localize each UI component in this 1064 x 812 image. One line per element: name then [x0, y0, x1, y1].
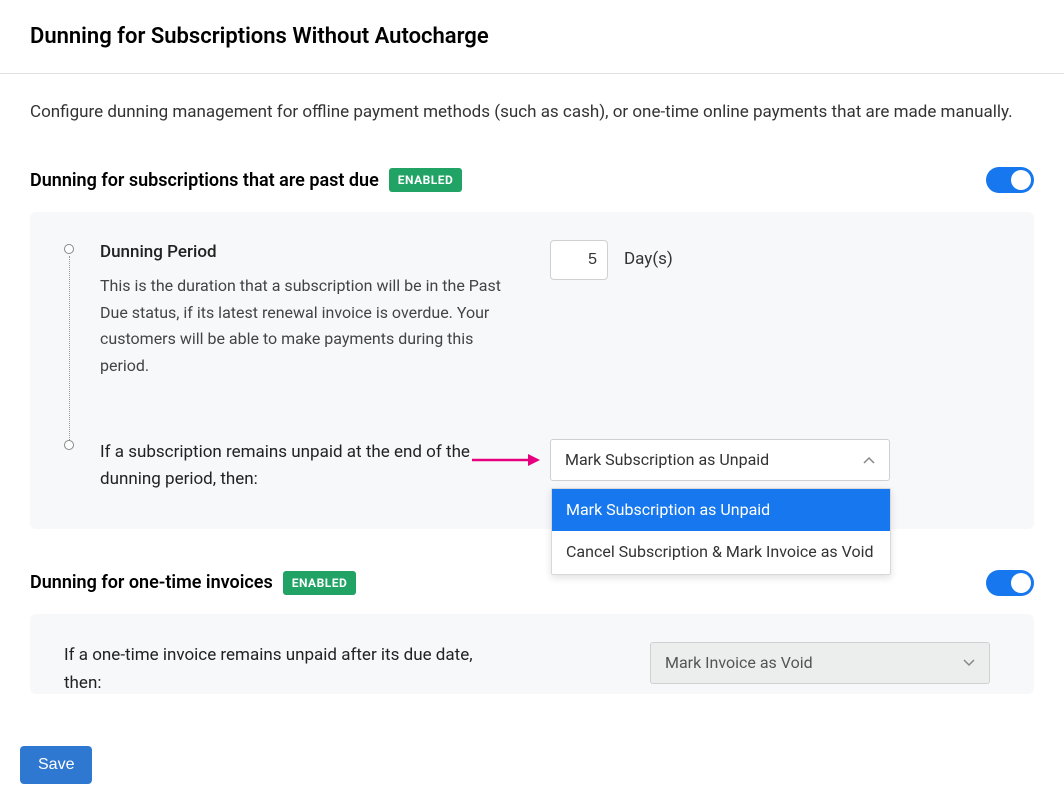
past-due-toggle[interactable] [986, 167, 1034, 193]
dunning-period-label: Dunning Period [100, 240, 520, 266]
onetime-action-selected-label: Mark Invoice as Void [665, 651, 813, 675]
enabled-badge: ENABLED [283, 571, 357, 595]
chevron-up-icon [863, 454, 875, 466]
dunning-period-description: This is the duration that a subscription… [100, 273, 520, 379]
page-description: Configure dunning management for offline… [30, 98, 1034, 127]
end-action-label: If a subscription remains unpaid at the … [100, 439, 520, 493]
onetime-action-label: If a one-time invoice remains unpaid aft… [64, 642, 514, 694]
timeline-dot-icon [64, 244, 74, 254]
enabled-badge: ENABLED [389, 168, 463, 192]
section-past-due-title: Dunning for subscriptions that are past … [30, 167, 379, 194]
past-due-panel: Dunning Period This is the duration that… [30, 212, 1034, 529]
onetime-toggle[interactable] [986, 570, 1034, 596]
divider [0, 73, 1064, 74]
timeline-track [64, 240, 100, 493]
page-title: Dunning for Subscriptions Without Autoch… [30, 20, 1034, 73]
dunning-period-input[interactable] [550, 240, 608, 280]
save-button[interactable]: Save [20, 746, 92, 784]
dropdown-option-cancel-void[interactable]: Cancel Subscription & Mark Invoice as Vo… [552, 531, 890, 573]
section-onetime-title: Dunning for one-time invoices [30, 569, 273, 596]
dunning-period-unit: Day(s) [624, 247, 673, 273]
end-action-select[interactable]: Mark Subscription as Unpaid Mark Subscri… [550, 439, 890, 481]
end-action-selected-label: Mark Subscription as Unpaid [565, 448, 769, 472]
section-past-due-header: Dunning for subscriptions that are past … [30, 167, 1034, 194]
onetime-action-select[interactable]: Mark Invoice as Void [650, 642, 990, 684]
dropdown-option-unpaid[interactable]: Mark Subscription as Unpaid [552, 489, 890, 531]
footer: Save [10, 734, 1034, 798]
timeline-dot-icon [64, 440, 74, 450]
end-action-dropdown: Mark Subscription as Unpaid Cancel Subsc… [551, 488, 891, 575]
chevron-down-icon [963, 657, 975, 669]
timeline-connector [69, 256, 70, 442]
onetime-panel: If a one-time invoice remains unpaid aft… [30, 614, 1034, 694]
